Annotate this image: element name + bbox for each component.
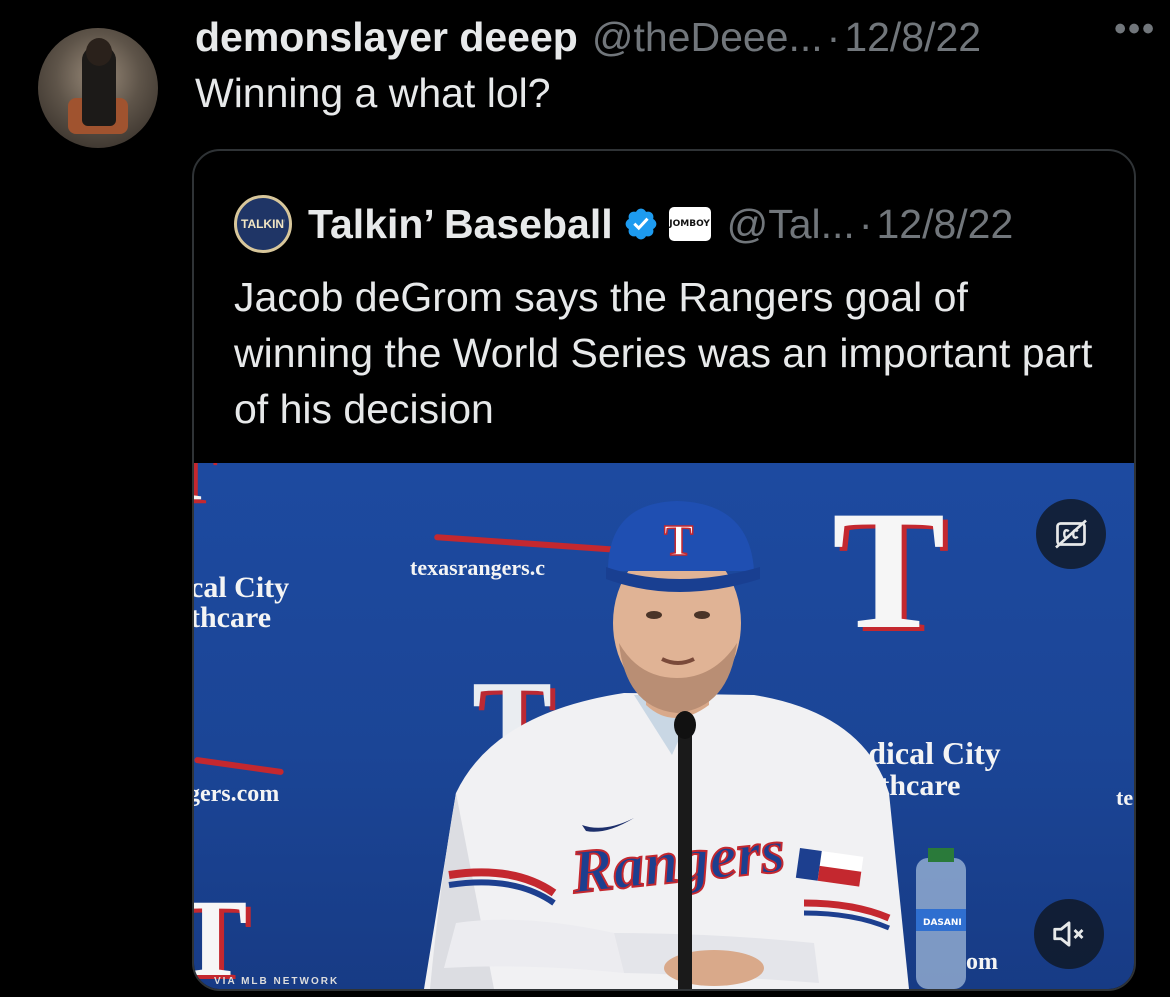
cap-letter: T	[664, 516, 693, 565]
bottle-label: DASANI	[923, 918, 962, 928]
quoted-timestamp[interactable]: 12/8/22	[876, 201, 1013, 248]
tweet[interactable]: demonslayer deeep @theDeee... · 12/8/22 …	[0, 0, 1170, 997]
talkin-baseball-logo[interactable]: TALKIN' Baseball	[234, 195, 292, 253]
quoted-tweet-header: TALKIN' Baseball Talkin’ Baseball JOMBOY…	[234, 195, 1013, 253]
affiliate-badge[interactable]: JOMBOY	[668, 207, 711, 241]
display-name[interactable]: demonslayer deeep	[195, 14, 578, 61]
captions-toggle-button[interactable]	[1036, 499, 1106, 569]
quoted-tweet-text: Jacob deGrom says the Rangers goal of wi…	[234, 274, 1093, 432]
avatar[interactable]	[38, 28, 158, 148]
captions-off-icon	[1055, 519, 1087, 549]
quoted-display-name[interactable]: Talkin’ Baseball	[308, 201, 613, 248]
separator-dot: ·	[826, 14, 841, 60]
verified-badge-icon	[625, 208, 656, 240]
more-horizontal-icon[interactable]: •••	[1114, 10, 1156, 49]
volume-muted-icon	[1053, 921, 1084, 947]
logo-text: TALKIN' Baseball	[241, 218, 285, 230]
tweet-text: Winning a what lol?	[195, 70, 551, 116]
pitcher-figure: T Rangers DASANI	[424, 501, 966, 989]
tweet-header: demonslayer deeep @theDeee... · 12/8/22	[195, 14, 1140, 61]
avatar-head	[86, 38, 112, 66]
handle[interactable]: @theDeee...	[592, 14, 823, 61]
video-player[interactable]: cal City thcare texasrangers.c gers.com …	[194, 463, 1134, 989]
timestamp[interactable]: 12/8/22	[844, 14, 981, 61]
network-credit: VIA MLB NETWORK	[214, 976, 340, 987]
quoted-separator-dot: ·	[858, 200, 873, 247]
mute-toggle-button[interactable]	[1034, 899, 1104, 969]
quoted-tweet[interactable]: TALKIN' Baseball Talkin’ Baseball JOMBOY…	[192, 149, 1136, 991]
quoted-handle[interactable]: @Tal...	[727, 201, 855, 248]
